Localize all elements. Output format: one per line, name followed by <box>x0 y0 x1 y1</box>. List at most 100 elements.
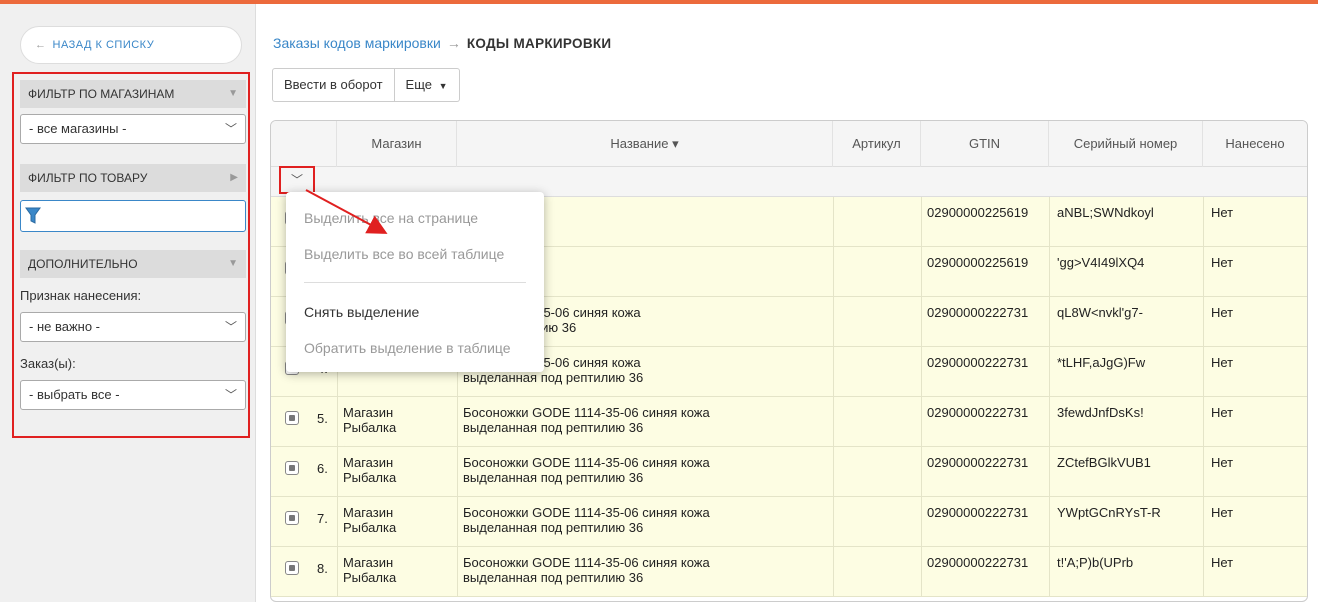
funnel-icon <box>25 207 41 224</box>
row-checkbox[interactable] <box>285 511 299 525</box>
cell-gtin-line1: 02900000222731 <box>927 455 1029 470</box>
column-divider <box>833 397 834 447</box>
cell-name-line1: Босоножки GODE 1114-35-06 синяя кожа <box>463 505 710 520</box>
column-divider <box>833 547 834 597</box>
column-divider <box>457 497 458 547</box>
row-checkbox[interactable] <box>285 461 299 475</box>
cell-applied-line1: Нет <box>1211 455 1234 470</box>
menu-clear-selection[interactable]: Снять выделение <box>304 304 419 320</box>
back-to-list-button[interactable]: ← НАЗАД К СПИСКУ <box>20 26 242 64</box>
mark-select-value: - не важно - <box>29 319 100 334</box>
put-into-circulation-button[interactable]: Ввести в оборот <box>272 68 395 102</box>
cell-serial-line1: ZCtefBGlkVUB1 <box>1057 455 1151 470</box>
header-store[interactable]: Магазин <box>337 121 457 167</box>
column-divider <box>921 397 922 447</box>
row-number: 7. <box>317 511 328 526</box>
table-row[interactable]: 8. Магазин Рыбалка Босоножки GODE 1114-35-0… <box>271 547 1307 597</box>
cell-serial-line1: qL8W<nvkl'g7- <box>1057 305 1143 320</box>
cell-serial-line1: aNBL;SWNdkoyl <box>1057 205 1154 220</box>
menu-invert-selection[interactable]: Обратить выделение в таблице <box>304 340 511 356</box>
column-divider <box>1203 547 1204 597</box>
caret-down-icon: ▼ <box>438 81 448 91</box>
cell-serial: aNBL;SWNdkoyl <box>1057 205 1203 220</box>
cell-name-line2: выделанная под рептилию 36 <box>463 520 644 535</box>
column-divider <box>457 447 458 497</box>
row-checkbox[interactable] <box>285 411 299 425</box>
breadcrumb-parent-link[interactable]: Заказы кодов маркировки <box>273 35 441 51</box>
row-checkbox[interactable] <box>285 561 299 575</box>
menu-select-all-page[interactable]: Выделить все на странице <box>304 210 478 226</box>
cell-store-line2: Рыбалка <box>343 470 397 485</box>
table-row[interactable]: 6. Магазин Рыбалка Босоножки GODE 1114-35-0… <box>271 447 1307 497</box>
cell-serial-line1: *tLHF,aJgG)Fw <box>1057 355 1146 370</box>
menu-select-all-table[interactable]: Выделить все во всей таблице <box>304 246 504 262</box>
selection-menu: Выделить все на странице Выделить все во… <box>286 192 544 372</box>
stores-filter-heading[interactable]: ФИЛЬТР ПО МАГАЗИНАМ ▼ <box>20 80 246 108</box>
stores-select[interactable]: - все магазины - ﹀ <box>20 114 246 144</box>
cell-applied: Нет <box>1211 505 1301 520</box>
table-row[interactable]: 7. Магазин Рыбалка Босоножки GODE 1114-35-0… <box>271 497 1307 547</box>
product-filter-input[interactable] <box>20 200 246 232</box>
column-divider <box>457 547 458 597</box>
filters-annotation-box: ФИЛЬТР ПО МАГАЗИНАМ ▼ - все магазины - ﹀… <box>12 72 250 438</box>
cell-gtin-line1: 02900000222731 <box>927 555 1029 570</box>
orders-select[interactable]: - выбрать все - ﹀ <box>20 380 246 410</box>
table-header: Магазин Название ▾ Артикул GTIN Серийный… <box>271 121 1307 167</box>
cell-store-line1: Магазин <box>343 455 394 470</box>
cell-applied-line1: Нет <box>1211 305 1234 320</box>
mark-label: Признак нанесения: <box>20 288 142 303</box>
header-select-column <box>271 121 337 167</box>
cell-name: Босоножки GODE 1114-35-06 синяя кожа выде… <box>463 555 829 585</box>
product-filter-heading[interactable]: ФИЛЬТР ПО ТОВАРУ ▶ <box>20 164 246 192</box>
cell-gtin: 02900000222731 <box>927 305 1051 320</box>
back-to-list-label: НАЗАД К СПИСКУ <box>52 39 155 51</box>
column-divider <box>1203 497 1204 547</box>
column-divider <box>921 247 922 297</box>
column-divider <box>833 347 834 397</box>
page-title: КОДЫ МАРКИРОВКИ <box>466 36 612 51</box>
mark-select[interactable]: - не важно - ﹀ <box>20 312 246 342</box>
cell-serial: 'gg>V4I49lXQ4 <box>1057 255 1203 270</box>
column-divider <box>337 397 338 447</box>
cell-serial: *tLHF,aJgG)Fw <box>1057 355 1203 370</box>
column-divider <box>921 297 922 347</box>
cell-serial: 3fewdJnfDsKs! <box>1057 405 1203 420</box>
header-name[interactable]: Название ▾ <box>457 121 833 167</box>
cell-applied: Нет <box>1211 355 1301 370</box>
extra-filter-heading[interactable]: ДОПОЛНИТЕЛЬНО ▼ <box>20 250 246 278</box>
column-divider <box>833 447 834 497</box>
cell-applied: Нет <box>1211 455 1301 470</box>
product-filter-heading-label: ФИЛЬТР ПО ТОВАРУ <box>28 171 148 185</box>
cell-name-line2: выделанная под рептилию 36 <box>463 420 644 435</box>
column-divider <box>337 447 338 497</box>
cell-name-line2: выделанная под рептилию 36 <box>463 470 644 485</box>
table-row[interactable]: 5. Магазин Рыбалка Босоножки GODE 1114-35-0… <box>271 397 1307 447</box>
cell-applied: Нет <box>1211 405 1301 420</box>
column-divider <box>1203 447 1204 497</box>
row-number: 8. <box>317 561 328 576</box>
cell-store: Магазин Рыбалка <box>343 405 453 435</box>
cell-store-line2: Рыбалка <box>343 420 397 435</box>
cell-store: Магазин Рыбалка <box>343 555 453 585</box>
header-serial[interactable]: Серийный номер <box>1049 121 1203 167</box>
selection-menu-toggle[interactable]: ﹀ <box>279 166 315 194</box>
more-dropdown-button[interactable]: Еще ▼ <box>394 68 460 102</box>
stores-filter-heading-label: ФИЛЬТР ПО МАГАЗИНАМ <box>28 87 175 101</box>
header-applied[interactable]: Нанесено <box>1203 121 1307 167</box>
column-divider <box>921 497 922 547</box>
header-gtin[interactable]: GTIN <box>921 121 1049 167</box>
extra-filter-heading-label: ДОПОЛНИТЕЛЬНО <box>28 257 138 271</box>
cell-store-line1: Магазин <box>343 505 394 520</box>
cell-gtin: 02900000222731 <box>927 455 1051 470</box>
column-divider <box>921 197 922 247</box>
header-article[interactable]: Артикул <box>833 121 921 167</box>
cell-gtin-line1: 02900000225619 <box>927 255 1029 270</box>
cell-name-line1: Босоножки GODE 1114-35-06 синяя кожа <box>463 555 710 570</box>
cell-gtin-line1: 02900000222731 <box>927 405 1029 420</box>
cell-applied-line1: Нет <box>1211 555 1234 570</box>
sidebar: ← НАЗАД К СПИСКУ ФИЛЬТР ПО МАГАЗИНАМ ▼ - … <box>0 4 256 602</box>
cell-name-line1: Босоножки GODE 1114-35-06 синяя кожа <box>463 405 710 420</box>
cell-serial: YWptGCnRYsT-R <box>1057 505 1203 520</box>
breadcrumb: Заказы кодов маркировки → КОДЫ МАРКИРОВКИ <box>273 35 611 51</box>
cell-gtin-line1: 02900000222731 <box>927 505 1029 520</box>
